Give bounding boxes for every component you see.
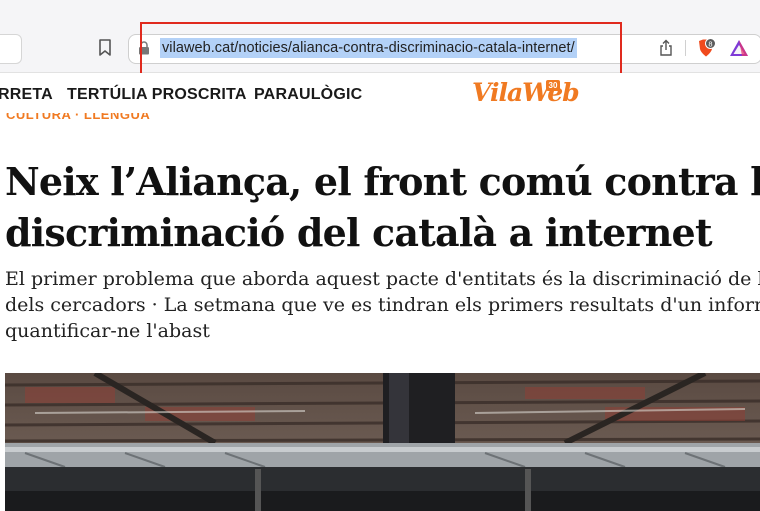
vilaweb-logo[interactable]: VilaWeb [472, 78, 580, 112]
shields-count: 8 [708, 39, 712, 48]
nav-item-paraulogic[interactable]: PARAULÒGIC [254, 86, 362, 104]
logo-badge: 30 [546, 80, 560, 91]
article-headline: Neix l’Aliança, el front comú contra la … [5, 156, 760, 258]
standfirst-line-3: quantificar-ne l'abast [5, 320, 210, 342]
brave-shields-icon[interactable]: 8 [696, 38, 716, 58]
section-tag-text: CULTURA · LLENGUA [6, 113, 151, 122]
nav-item-tertulia-proscrita[interactable]: TERTÚLIA PROSCRITA [67, 86, 247, 104]
brave-rewards-icon[interactable] [729, 39, 749, 57]
nav-item-rreta[interactable]: RRETA [0, 86, 53, 104]
headline-line-1: Neix l’Aliança, el front comú contra la [5, 159, 760, 204]
toolbar-field-stub[interactable] [0, 34, 22, 64]
section-tag[interactable]: CULTURA · LLENGUA [6, 113, 150, 127]
share-icon[interactable] [658, 39, 674, 57]
lock-icon[interactable] [138, 41, 150, 55]
article-standfirst: El primer problema que aborda aquest pac… [5, 266, 760, 344]
headline-line-2: discriminació del català a internet [5, 210, 713, 255]
logo-text: VilaWeb [472, 78, 580, 107]
article-hero-image [5, 373, 760, 511]
standfirst-line-1: El primer problema que aborda aquest pac… [5, 268, 760, 290]
url-text[interactable]: vilaweb.cat/noticies/alianca-contra-disc… [160, 38, 577, 58]
ceiling-photo [5, 373, 760, 511]
standfirst-line-2: dels cercadors · La setmana que ve es ti… [5, 294, 760, 316]
bookmark-icon[interactable] [98, 39, 112, 57]
toolbar-separator [685, 40, 686, 56]
